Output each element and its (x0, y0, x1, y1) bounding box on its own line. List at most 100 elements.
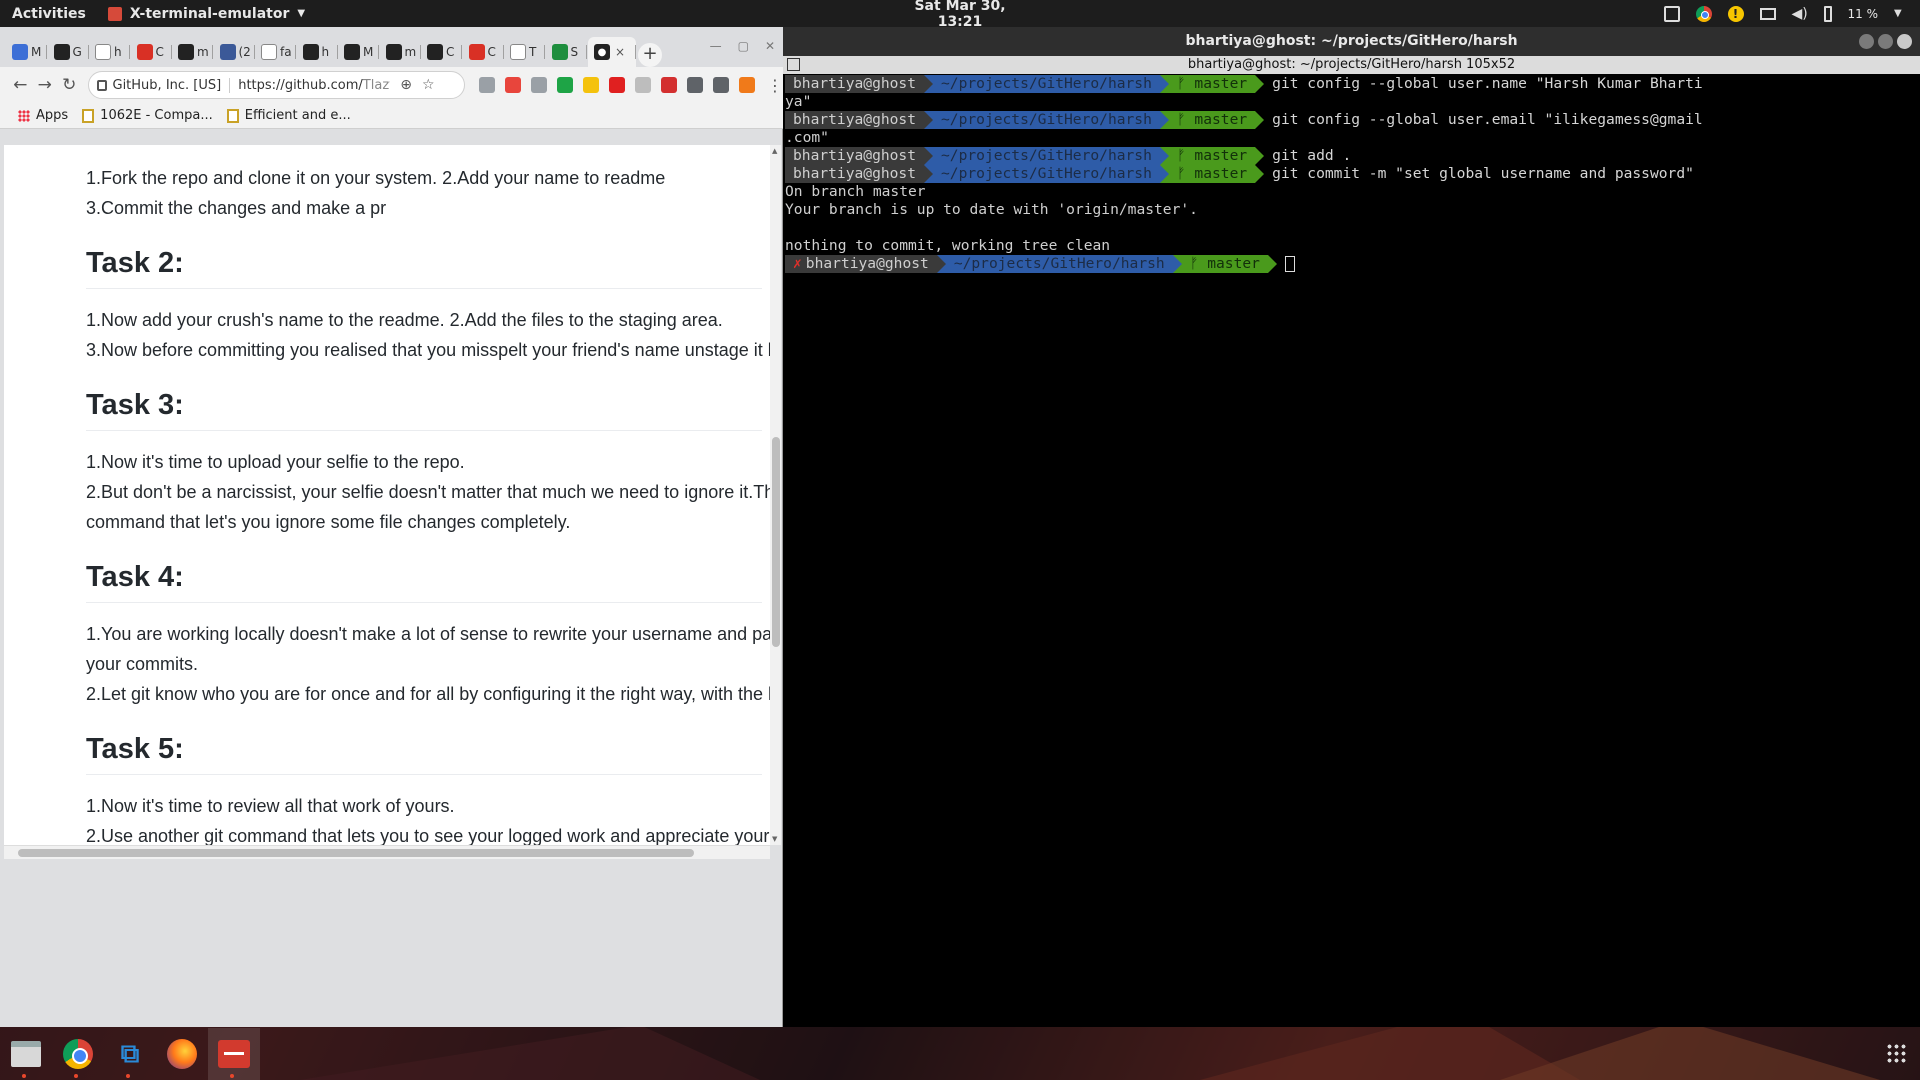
show-applications-icon[interactable] (1886, 1043, 1906, 1063)
maximize-icon[interactable]: ▢ (738, 39, 749, 53)
terminal-titlebar: bhartiya@ghost: ~/projects/GitHero/harsh (783, 27, 1920, 56)
extension-icon[interactable] (557, 77, 573, 93)
extension-icon[interactable] (687, 77, 703, 93)
caret-down-icon: ▼ (297, 8, 306, 19)
task-line: 3.Now before committing you realised tha… (86, 340, 770, 360)
extension-icon[interactable] (609, 77, 625, 93)
system-menu-icon[interactable]: ▼ (1894, 6, 1910, 22)
address-bar[interactable]: GitHub, Inc. [US] https://github.com/Tla… (87, 71, 465, 99)
browser-toolbar: ← → ↻ GitHub, Inc. [US] https://github.c… (0, 67, 783, 103)
browser-tab[interactable]: fa (255, 37, 296, 67)
scroll-down-icon[interactable]: ▼ (772, 835, 777, 843)
task-line: 1.Now it's time to review all that work … (86, 796, 455, 816)
horizontal-scrollbar[interactable] (4, 845, 770, 859)
extension-icon[interactable] (583, 77, 599, 93)
extension-icon[interactable] (531, 77, 547, 93)
browser-tab[interactable]: C (131, 37, 172, 67)
dock-files[interactable] (0, 1028, 52, 1080)
browser-tab[interactable]: G (48, 37, 89, 67)
back-arrow-icon[interactable]: ← (8, 75, 33, 95)
activities-button[interactable]: Activities (0, 6, 98, 22)
site-identity[interactable]: GitHub, Inc. [US] (113, 77, 231, 93)
extension-icon[interactable] (713, 77, 729, 93)
battery-percent[interactable]: 11 % (1848, 7, 1879, 21)
error-x-icon: ✗ (793, 255, 802, 272)
terminal-output[interactable]: bhartiya@ghost ~/projects/GitHero/harsh ᚠ … (783, 74, 1920, 274)
volume-icon[interactable]: ◀) (1792, 6, 1808, 22)
terminal-cursor[interactable] (1284, 256, 1295, 272)
new-tab-button[interactable]: + (638, 43, 662, 67)
browser-tab[interactable]: M (338, 37, 379, 67)
intro-line: 1.Fork the repo and clone it on your sys… (86, 168, 666, 188)
maximize-icon[interactable] (1878, 34, 1893, 49)
chrome-tray-icon[interactable] (1695, 5, 1712, 22)
app-menu[interactable]: X-terminal-emulator ▼ (98, 6, 315, 22)
image-viewer-icon[interactable] (1663, 5, 1680, 22)
prompt-dir: ~/projects/GitHero/harsh (933, 165, 1160, 183)
close-window-icon[interactable] (1897, 34, 1912, 49)
scroll-thumb[interactable] (18, 849, 694, 857)
grid-icon[interactable] (787, 58, 800, 71)
prompt-branch: ᚠ master (1168, 147, 1256, 165)
tab-label: C (446, 45, 455, 59)
browser-tab[interactable]: T (504, 37, 545, 67)
bookmark-star-icon[interactable]: ☆ (422, 77, 435, 93)
powerline-separator (924, 111, 934, 129)
browser-tab[interactable]: C (463, 37, 504, 67)
vertical-scrollbar[interactable]: ▲ ▼ (770, 145, 781, 845)
reload-icon[interactable]: ↻ (57, 75, 82, 95)
dock-chrome[interactable] (52, 1028, 104, 1080)
task-line: 2.Use another git command that lets you … (86, 826, 770, 845)
zoom-icon[interactable]: ⊕ (400, 77, 412, 93)
browser-tab[interactable]: S (546, 37, 587, 67)
browser-tab[interactable]: h (297, 37, 338, 67)
warning-icon[interactable]: ! (1727, 5, 1744, 22)
bookmark-apps[interactable]: Apps (18, 108, 68, 123)
gmail-icon (468, 44, 485, 60)
prompt-line: bhartiya@ghost ~/projects/GitHero/harsh ᚠ … (785, 75, 1918, 93)
minimize-icon[interactable] (1859, 34, 1874, 49)
browser-tab[interactable]: (2 (214, 37, 255, 67)
extension-icon[interactable] (635, 77, 651, 93)
display-icon[interactable] (1759, 7, 1776, 20)
extension-icon[interactable] (661, 77, 677, 93)
extension-icon[interactable] (505, 77, 521, 93)
task-line: 2.But don't be a narcissist, your selfie… (86, 482, 770, 502)
bookmark-1062e[interactable]: 1062E - Compa... (82, 108, 213, 123)
browser-tab[interactable]: C (421, 37, 462, 67)
browser-tab[interactable]: M (6, 37, 47, 67)
menu-kebab-icon[interactable]: ⋮ (767, 76, 783, 95)
close-window-icon[interactable]: ✕ (765, 39, 775, 53)
dock-vscode[interactable]: ⧉ (104, 1028, 156, 1080)
browser-tab[interactable]: m (172, 37, 213, 67)
dock: ⧉ (0, 1027, 1920, 1080)
battery-icon[interactable] (1823, 5, 1832, 22)
output-line: nothing to commit, working tree clean (785, 237, 1111, 254)
extension-icon[interactable] (479, 77, 495, 93)
scroll-up-icon[interactable]: ▲ (772, 147, 777, 155)
dock-firefox[interactable] (156, 1028, 208, 1080)
browser-tab[interactable]: h (89, 37, 130, 67)
minimize-icon[interactable]: — (710, 39, 722, 53)
dock-terminal[interactable] (208, 1027, 260, 1080)
browser-tab[interactable]: m (380, 37, 421, 67)
tab-active-github[interactable]: ● × (588, 37, 636, 67)
forward-arrow-icon[interactable]: → (33, 75, 58, 95)
extension-icon[interactable] (739, 77, 755, 93)
scroll-thumb[interactable] (772, 437, 780, 647)
lock-icon[interactable] (96, 79, 107, 91)
tab-label: h (114, 45, 122, 59)
task-heading: Task 4: (86, 561, 762, 603)
url-text[interactable]: https://github.com/Tlazy... (230, 78, 390, 93)
powerline-separator (924, 147, 934, 165)
chrome-icon (63, 1038, 93, 1069)
close-icon[interactable]: × (615, 45, 625, 59)
bookmark-efficient[interactable]: Efficient and e... (226, 108, 351, 123)
task-heading: Task 5: (86, 733, 762, 775)
prompt-user: ✗ bhartiya@ghost (785, 255, 937, 273)
clock[interactable]: Sat Mar 30, 13:21 (900, 0, 1020, 30)
document-icon (510, 44, 526, 60)
google-icon (261, 44, 277, 60)
extensions-bar (479, 77, 755, 93)
task-line: 1.Now it's time to upload your selfie to… (86, 452, 465, 472)
